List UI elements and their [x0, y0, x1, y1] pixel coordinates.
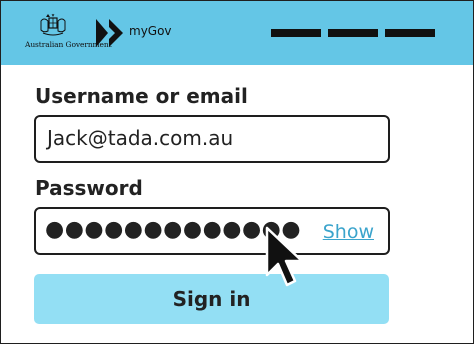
password-field[interactable]: ●●●●●●●●●●●●● Show: [34, 207, 390, 255]
site-header: Australian Government myGov: [1, 1, 473, 65]
login-window: Australian Government myGov Username or …: [0, 0, 474, 344]
nav-menu-placeholder-3[interactable]: [385, 29, 435, 37]
coat-of-arms-icon: [40, 13, 66, 36]
username-field[interactable]: Jack@tada.com.au: [34, 115, 390, 163]
nav-menu-placeholder-2[interactable]: [328, 29, 378, 37]
password-label: Password: [35, 176, 143, 200]
mygov-brand-text: myGov: [129, 24, 172, 38]
nav-menu-placeholder-1[interactable]: [271, 29, 321, 37]
username-label: Username or email: [35, 84, 248, 108]
username-value: Jack@tada.com.au: [47, 126, 234, 150]
sign-in-button[interactable]: Sign in: [34, 274, 389, 324]
arrow-pointer-icon: [265, 226, 304, 287]
show-password-link[interactable]: Show: [323, 221, 374, 243]
mygov-logo-icon[interactable]: [95, 17, 125, 49]
